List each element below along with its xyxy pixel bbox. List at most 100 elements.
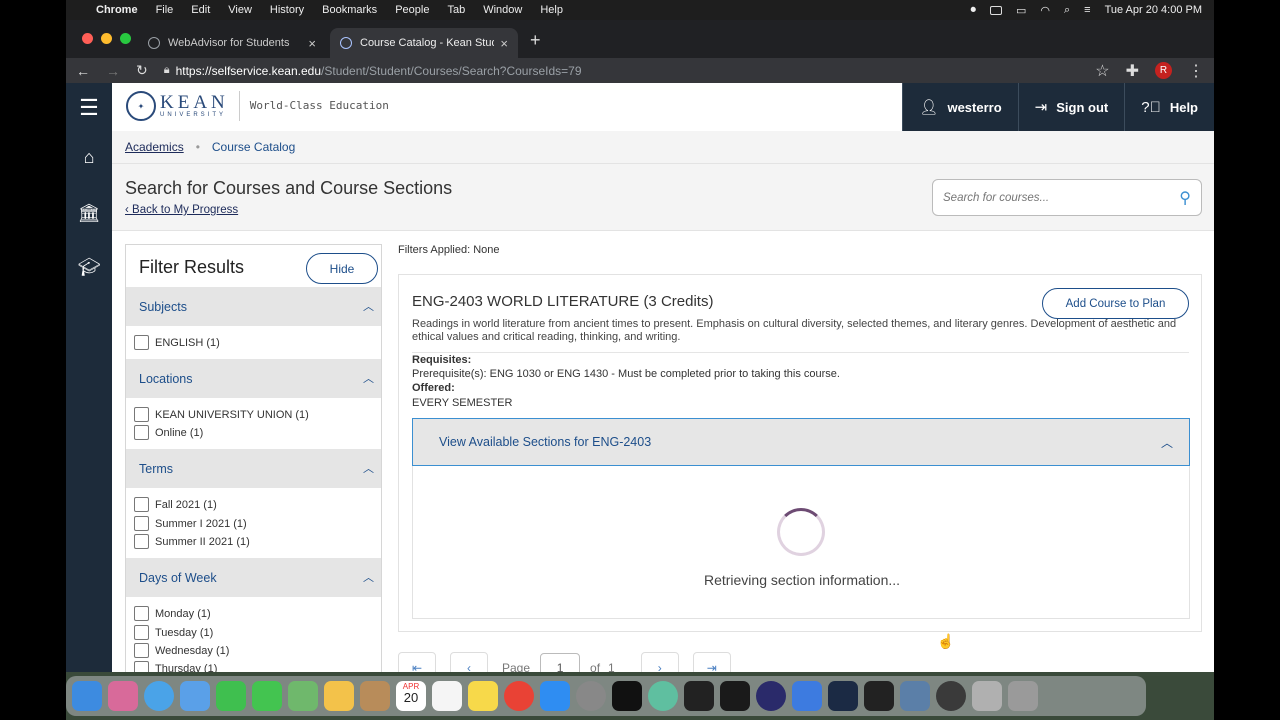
search-icon[interactable]: ⚲ xyxy=(1179,188,1191,208)
filter-section-locations[interactable]: Locations ︿ xyxy=(126,359,381,398)
tab-course-catalog[interactable]: Course Catalog - Kean Student × xyxy=(330,28,518,58)
zoom-window-icon[interactable] xyxy=(120,33,131,44)
filter-option[interactable]: ENGLISH (1) xyxy=(134,335,220,350)
tab-webadvisor[interactable]: WebAdvisor for Students × xyxy=(138,28,326,58)
user-menu-button[interactable]: 👤︎ westerro xyxy=(902,83,1018,131)
battery-icon[interactable]: ▭ xyxy=(1016,4,1026,17)
activity-monitor-icon[interactable] xyxy=(864,681,894,711)
app-store-icon[interactable] xyxy=(540,681,570,711)
spotlight-icon[interactable]: ⌕ xyxy=(1064,4,1070,17)
reload-icon[interactable]: ↻ xyxy=(136,62,148,79)
finder-icon[interactable] xyxy=(72,681,102,711)
more-menu-icon[interactable]: ⋮ xyxy=(1188,61,1204,81)
league-of-legends-icon[interactable] xyxy=(828,681,858,711)
calendar-icon[interactable]: APR 20 xyxy=(396,681,426,711)
notes-icon[interactable] xyxy=(468,681,498,711)
prev-page-icon[interactable]: ‹ xyxy=(450,652,488,672)
home-icon[interactable]: ⌂ xyxy=(66,147,112,168)
mail-icon[interactable] xyxy=(180,681,210,711)
hide-filters-button[interactable]: Hide xyxy=(306,253,378,284)
clock[interactable]: Tue Apr 20 4:00 PM xyxy=(1105,4,1202,16)
quicktime-icon[interactable] xyxy=(936,681,966,711)
filter-section-subjects[interactable]: Subjects ︿ xyxy=(126,287,381,326)
checkbox[interactable] xyxy=(134,407,149,422)
kindle-icon[interactable] xyxy=(720,681,750,711)
checkbox[interactable] xyxy=(134,534,149,549)
menu-app-name[interactable]: Chrome xyxy=(96,4,138,16)
trash-icon[interactable] xyxy=(1008,681,1038,711)
messages-icon[interactable] xyxy=(252,681,282,711)
add-course-to-plan-button[interactable]: Add Course to Plan xyxy=(1042,288,1189,319)
menu-view[interactable]: View xyxy=(228,4,252,16)
checkbox[interactable] xyxy=(134,625,149,640)
search-input[interactable] xyxy=(943,191,1180,204)
record-icon[interactable]: ⏺ xyxy=(970,4,976,17)
sign-out-button[interactable]: ⇥ Sign out xyxy=(1017,83,1125,131)
close-tab-icon[interactable]: × xyxy=(308,36,316,51)
address-bar[interactable]: https://selfservice.kean.edu/Student/Stu… xyxy=(176,64,582,78)
safari-icon[interactable] xyxy=(144,681,174,711)
reminders-icon[interactable] xyxy=(432,681,462,711)
checkbox[interactable] xyxy=(134,497,149,512)
kean-logo[interactable]: ✦ KEAN UNIVERSITY World-Class Education xyxy=(126,91,389,121)
menu-history[interactable]: History xyxy=(270,4,304,16)
hamburger-menu-icon[interactable]: ☰ xyxy=(66,95,112,121)
control-center-icon[interactable]: ≡ xyxy=(1084,4,1090,16)
first-page-icon[interactable]: ⇤ xyxy=(398,652,436,672)
help-button[interactable]: ?⃝ Help xyxy=(1124,83,1214,131)
filter-option[interactable]: Wednesday (1) xyxy=(134,643,229,658)
extensions-puzzle-icon[interactable]: ✚ xyxy=(1126,61,1139,81)
photos-icon[interactable] xyxy=(324,681,354,711)
institution-icon[interactable]: 🏛︎ xyxy=(66,203,112,224)
lock-icon[interactable]: 🔒︎ xyxy=(164,64,170,77)
last-page-icon[interactable]: ⇥ xyxy=(692,652,731,672)
view-sections-toggle[interactable]: View Available Sections for ENG-2403 ︿ xyxy=(412,418,1190,466)
facetime-icon[interactable] xyxy=(216,681,246,711)
menu-edit[interactable]: Edit xyxy=(191,4,210,16)
filter-option[interactable]: Online (1) xyxy=(134,425,203,440)
next-page-icon[interactable]: › xyxy=(640,652,679,672)
launchpad-icon[interactable] xyxy=(108,681,138,711)
menu-window[interactable]: Window xyxy=(483,4,522,16)
filter-option[interactable]: Tuesday (1) xyxy=(134,625,213,640)
checkbox[interactable] xyxy=(134,606,149,621)
xcode-icon[interactable] xyxy=(792,681,822,711)
back-arrow-icon[interactable]: ← xyxy=(76,63,90,79)
preview-icon[interactable] xyxy=(900,681,930,711)
page-number-input[interactable]: 1 xyxy=(540,653,581,672)
atom-icon[interactable] xyxy=(648,681,678,711)
new-tab-icon[interactable]: + xyxy=(530,30,541,51)
course-search-box[interactable]: ⚲ xyxy=(932,179,1202,216)
checkbox[interactable] xyxy=(134,643,149,658)
checkbox[interactable] xyxy=(134,661,149,672)
wifi-icon[interactable]: ◠ xyxy=(1040,4,1050,17)
checkbox[interactable] xyxy=(134,516,149,531)
contacts-icon[interactable] xyxy=(360,681,390,711)
menu-help[interactable]: Help xyxy=(540,4,563,16)
filter-option[interactable]: Thursday (1) xyxy=(134,661,217,672)
checkbox[interactable] xyxy=(134,425,149,440)
profile-avatar[interactable]: R xyxy=(1155,62,1172,79)
checkbox[interactable] xyxy=(134,335,149,350)
menu-tab[interactable]: Tab xyxy=(447,4,465,16)
forward-arrow-icon[interactable]: → xyxy=(106,63,120,79)
graduation-cap-icon[interactable]: 🎓︎ xyxy=(66,257,112,278)
keyboard-icon[interactable] xyxy=(989,5,1002,15)
downloads-stack-icon[interactable] xyxy=(972,681,1002,711)
breadcrumb-course-catalog[interactable]: Course Catalog xyxy=(212,140,295,154)
system-preferences-icon[interactable] xyxy=(576,681,606,711)
pycharm-icon[interactable] xyxy=(612,681,642,711)
filter-section-terms[interactable]: Terms ︿ xyxy=(126,449,381,488)
filter-section-days-of-week[interactable]: Days of Week ︿ xyxy=(126,558,381,597)
breadcrumb-academics[interactable]: Academics xyxy=(125,140,184,154)
eclipse-icon[interactable] xyxy=(756,681,786,711)
filter-option[interactable]: Fall 2021 (1) xyxy=(134,497,217,512)
bookmark-star-icon[interactable]: ☆ xyxy=(1095,61,1109,81)
close-tab-icon[interactable]: × xyxy=(500,36,508,51)
menu-bookmarks[interactable]: Bookmarks xyxy=(322,4,377,16)
menu-file[interactable]: File xyxy=(156,4,174,16)
terminal-icon[interactable] xyxy=(684,681,714,711)
menu-people[interactable]: People xyxy=(395,4,429,16)
minimize-window-icon[interactable] xyxy=(101,33,112,44)
chrome-icon[interactable] xyxy=(504,681,534,711)
